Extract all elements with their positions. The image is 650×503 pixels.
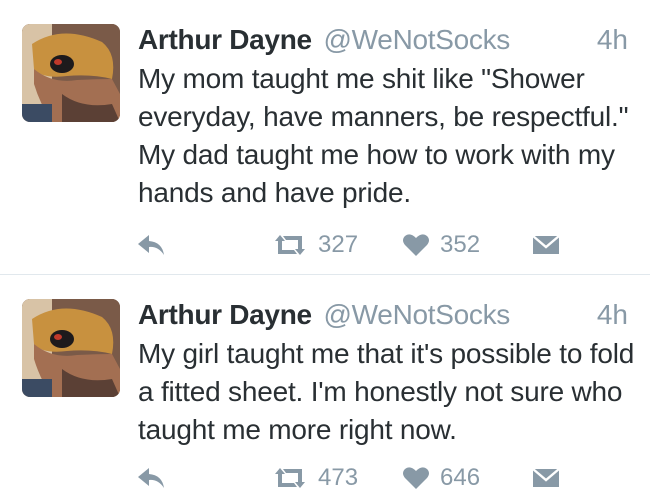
avatar[interactable] [22, 24, 120, 122]
tweet-actions: 473 646 [0, 461, 650, 495]
reply-button[interactable] [136, 461, 166, 495]
reply-icon [138, 235, 164, 255]
retweet-button[interactable]: 473 [272, 461, 358, 495]
avatar-image [22, 24, 120, 122]
display-name[interactable]: Arthur Dayne [138, 24, 312, 55]
retweet-count: 473 [318, 464, 359, 491]
envelope-icon [532, 235, 560, 254]
display-name[interactable]: Arthur Dayne [138, 299, 312, 330]
direct-message-button[interactable] [532, 228, 560, 262]
tweet[interactable]: Arthur Dayne @WeNotSocks 4h My girl taug… [0, 275, 650, 503]
avatar[interactable] [22, 299, 120, 397]
tweet-header: Arthur Dayne @WeNotSocks 4h [138, 297, 628, 333]
like-count: 646 [440, 464, 481, 491]
heart-icon [403, 467, 429, 489]
tweet[interactable]: Arthur Dayne @WeNotSocks 4h My mom taugh… [0, 0, 650, 275]
like-count: 352 [440, 231, 481, 258]
tweet-header: Arthur Dayne @WeNotSocks 4h [138, 22, 628, 58]
heart-icon [403, 234, 429, 256]
like-button[interactable]: 352 [402, 228, 480, 262]
like-button[interactable]: 646 [402, 461, 480, 495]
retweet-button[interactable]: 327 [272, 228, 358, 262]
user-handle[interactable]: @WeNotSocks [324, 299, 511, 330]
envelope-icon [532, 468, 560, 487]
avatar-image [22, 299, 120, 397]
timestamp[interactable]: 4h [597, 22, 628, 58]
direct-message-button[interactable] [532, 461, 560, 495]
retweet-icon [275, 235, 305, 255]
tweet-text: My mom taught me shit like "Shower every… [138, 63, 629, 208]
reply-button[interactable] [136, 228, 166, 262]
tweet-actions: 327 352 [0, 228, 650, 262]
tweet-text: My girl taught me that it's possible to … [138, 338, 635, 445]
reply-icon [138, 468, 164, 488]
timestamp[interactable]: 4h [597, 297, 628, 333]
retweet-icon [275, 468, 305, 488]
retweet-count: 327 [318, 231, 359, 258]
user-handle[interactable]: @WeNotSocks [324, 24, 511, 55]
